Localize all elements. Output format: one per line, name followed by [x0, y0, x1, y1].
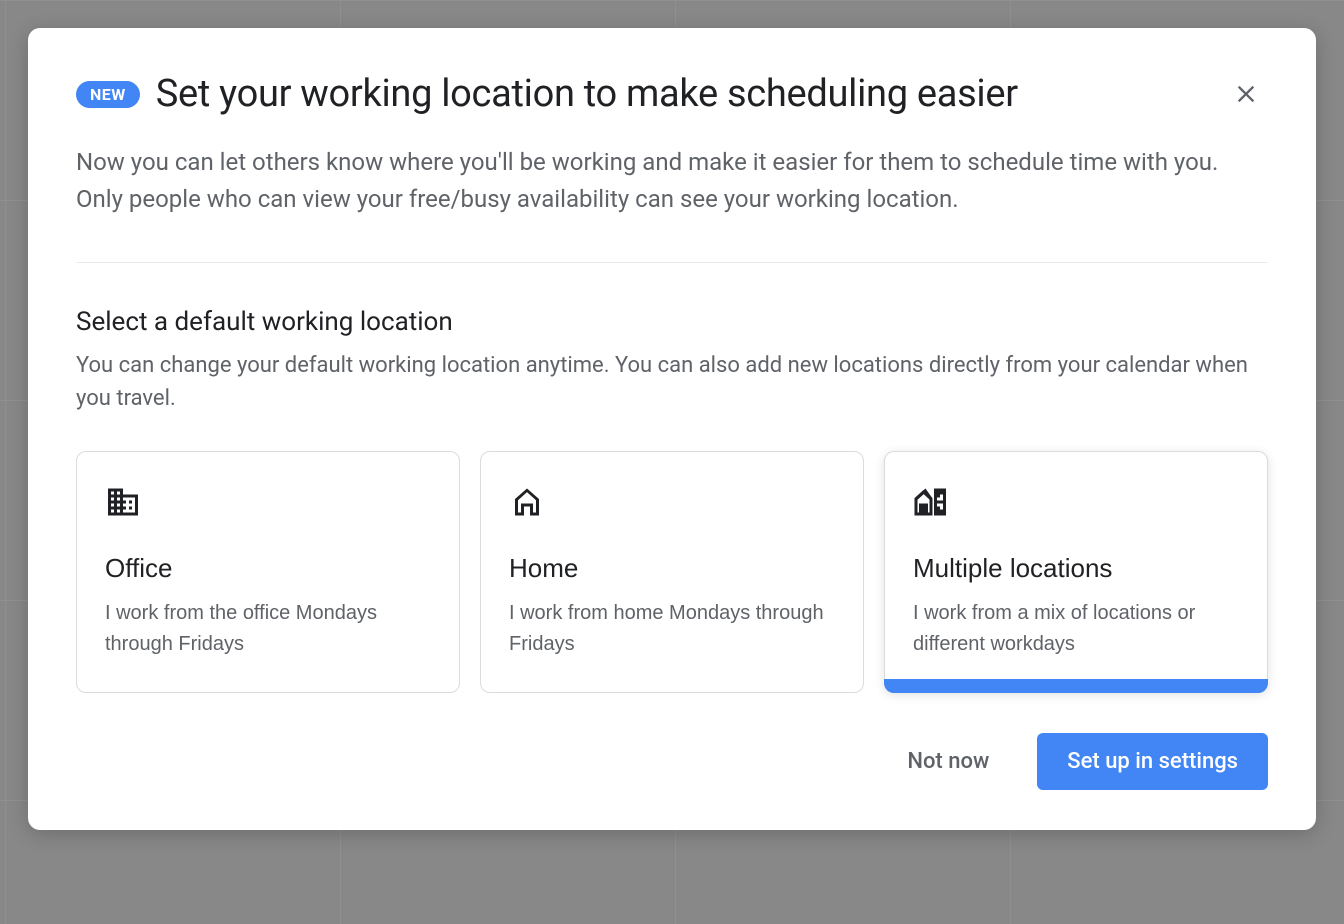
card-description: I work from home Mondays through Fridays — [509, 598, 835, 660]
close-icon — [1232, 80, 1260, 108]
location-cards: Office I work from the office Mondays th… — [76, 451, 1268, 693]
close-button[interactable] — [1224, 72, 1268, 116]
card-office[interactable]: Office I work from the office Mondays th… — [76, 451, 460, 693]
card-title: Office — [105, 553, 431, 584]
home-icon — [509, 484, 835, 523]
section-title: Select a default working location — [76, 307, 1268, 337]
not-now-button[interactable]: Not now — [877, 733, 1019, 790]
card-home[interactable]: Home I work from home Mondays through Fr… — [480, 451, 864, 693]
card-title: Multiple locations — [913, 553, 1239, 584]
set-up-in-settings-button[interactable]: Set up in settings — [1037, 733, 1268, 790]
working-location-modal: NEW Set your working location to make sc… — [28, 28, 1316, 830]
modal-description: Now you can let others know where you'll… — [76, 144, 1268, 263]
home-work-icon — [913, 484, 1239, 523]
office-building-icon — [105, 484, 431, 523]
new-badge: NEW — [76, 81, 140, 108]
card-title: Home — [509, 553, 835, 584]
card-multiple-locations[interactable]: Multiple locations I work from a mix of … — [884, 451, 1268, 693]
card-description: I work from the office Mondays through F… — [105, 598, 431, 660]
modal-footer: Not now Set up in settings — [76, 733, 1268, 790]
modal-title: Set your working location to make schedu… — [156, 72, 1208, 116]
card-description: I work from a mix of locations or differ… — [913, 598, 1239, 660]
modal-header: NEW Set your working location to make sc… — [76, 72, 1268, 116]
section-description: You can change your default working loca… — [76, 349, 1268, 415]
